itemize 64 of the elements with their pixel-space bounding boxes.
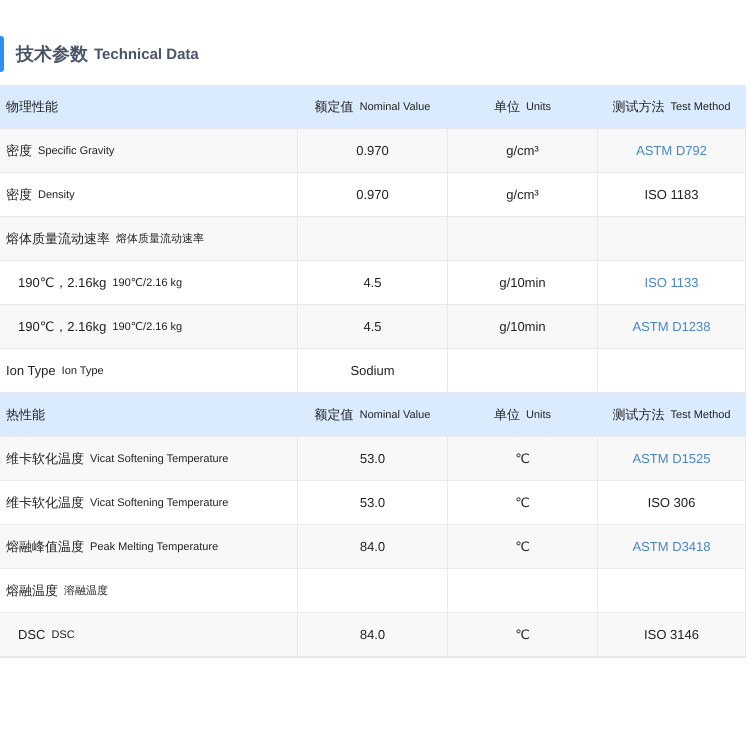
test-method-text: ISO 3146 [644,627,699,642]
property-name-english: Vicat Softening Temperature [90,452,228,464]
unit-text: ℃ [515,626,530,642]
column-heading: 测试方法 [612,98,665,116]
title-accent-bar [0,36,4,72]
column-heading-english: Units [526,408,552,420]
property-name: Ion Type [6,363,56,378]
test-method-text: ISO 306 [648,495,696,510]
property-name: 熔融温度 [6,582,58,600]
unit-text: g/cm³ [506,187,539,202]
unit-text: g/cm³ [506,143,539,158]
unit-text: g/10min [499,319,546,334]
value-text: 0.970 [356,187,389,202]
column-heading-english: Nominal Value [360,100,430,112]
property-name-english: Vicat Softening Temperature [90,496,228,508]
property-name: 熔融峰值温度 [6,538,84,556]
property-name: DSC [18,627,46,642]
property-name-english: Specific Gravity [38,144,114,156]
property-name: 密度 [6,142,32,160]
property-name-english: 熔体质量流动速率 [116,232,204,246]
value-text: 4.5 [363,275,382,290]
property-name-english: Density [38,188,75,200]
value-text: 53.0 [360,451,386,466]
header-cell-text: 物理性能 [5,98,59,116]
unit-text: ℃ [515,494,530,510]
section-title: 技术参数 [16,43,88,66]
section-title-english: Technical Data [94,46,199,62]
property-name: 维卡软化温度 [6,494,84,512]
test-method-link[interactable]: ASTM D3418 [632,539,711,554]
header-cell-text: 热性能 [5,406,46,424]
test-method-link[interactable]: ASTM D792 [636,143,707,158]
column-heading-english: Test Method [670,408,730,420]
value-text: 0.970 [356,143,389,158]
value-text: 84.0 [360,539,386,554]
column-heading: 单位 [494,406,520,424]
column-heading-english: Units [526,100,552,112]
property-name: 190℃，2.16kg [18,274,106,292]
column-heading-english: Nominal Value [360,408,430,420]
unit-text: g/10min [499,275,546,290]
value-text: Sodium [350,363,395,378]
unit-text: ℃ [515,538,530,554]
value-text: 53.0 [360,495,386,510]
property-name: 熔体质量流动速率 [6,230,110,248]
property-name-english: 190℃/2.16 kg [112,320,182,333]
property-name-english: Peak Melting Temperature [90,540,218,552]
property-name-english: Ion Type [62,364,104,376]
property-name-english: DSC [51,628,75,640]
test-method-link[interactable]: ISO 1133 [644,275,698,290]
column-heading-english: Test Method [670,100,730,112]
test-method-link[interactable]: ASTM D1238 [632,319,711,334]
property-name: 密度 [6,186,32,204]
column-heading: 测试方法 [612,406,665,424]
unit-text: ℃ [515,450,530,466]
property-name: 190℃，2.16kg [18,318,106,336]
value-text: 4.5 [363,319,382,334]
column-heading: 额定值 [314,98,354,116]
test-method-text: ISO 1183 [644,187,698,202]
test-method-link[interactable]: ASTM D1525 [632,451,711,466]
column-heading: 额定值 [314,406,354,424]
property-name-english: 190℃/2.16 kg [112,276,182,289]
column-heading: 单位 [494,98,520,116]
property-name-english: 溶融温度 [64,584,108,598]
value-text: 84.0 [360,627,386,642]
property-name: 维卡软化温度 [6,450,84,468]
